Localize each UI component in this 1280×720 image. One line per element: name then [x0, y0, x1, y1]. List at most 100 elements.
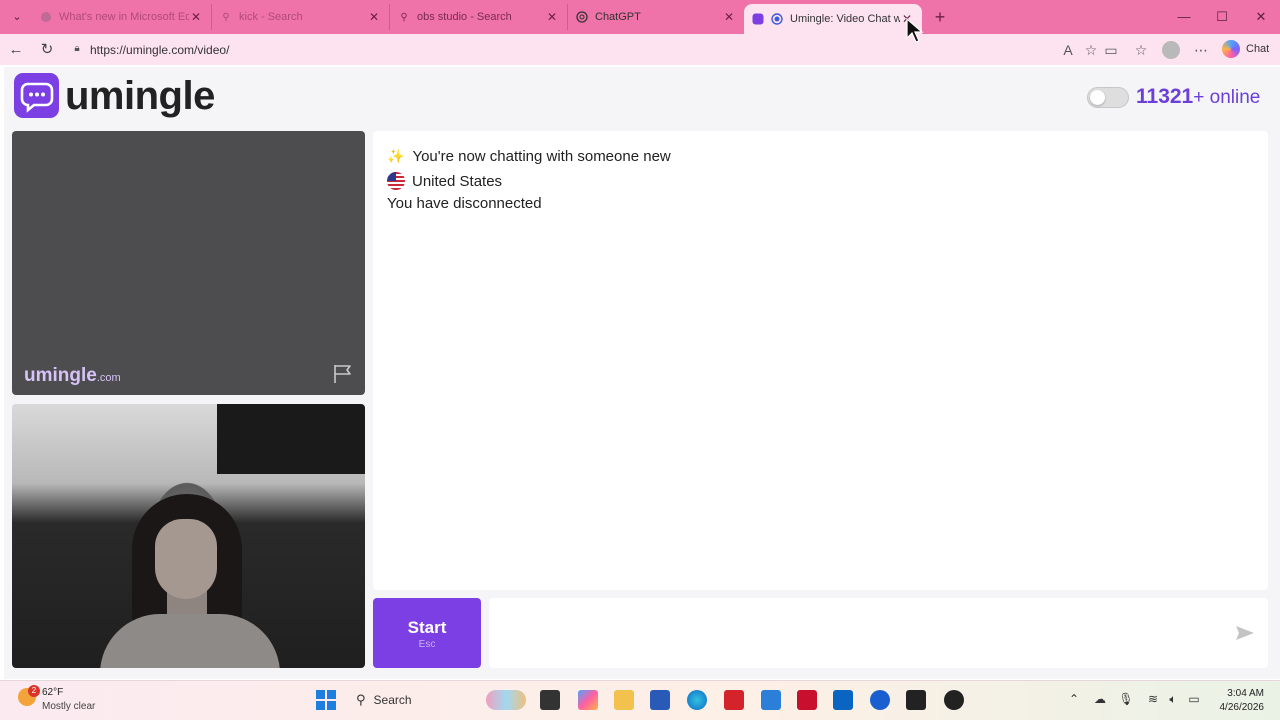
chat-message-text: United States	[412, 172, 503, 190]
wifi-icon[interactable]: ≋	[1145, 692, 1161, 706]
tab-title: What's new in Microsoft Edge	[59, 11, 189, 23]
online-suffix: + online	[1193, 87, 1261, 108]
message-input[interactable]	[489, 598, 1268, 668]
remote-video	[12, 131, 365, 395]
battery-icon[interactable]: ▭	[1186, 692, 1202, 706]
tab-kick-search[interactable]: ⚲ kick - Search ✕	[212, 4, 390, 30]
site-info-icon[interactable]: 🔒︎	[70, 43, 84, 57]
tab-title: obs studio - Search	[417, 11, 512, 23]
maximize-icon[interactable]: ☐	[1212, 7, 1232, 27]
search-icon: ⚲	[356, 692, 366, 707]
volume-icon[interactable]: 🔈︎	[1165, 692, 1181, 707]
edge-icon	[40, 11, 52, 23]
tab-chatgpt[interactable]: ChatGPT ✕	[568, 4, 744, 30]
send-icon[interactable]	[1234, 623, 1256, 643]
umingle-logo-icon[interactable]	[14, 73, 59, 118]
outlook-icon[interactable]	[833, 690, 853, 710]
temperature: 62°F	[42, 687, 64, 698]
edge-taskbar-icon[interactable]	[687, 690, 707, 710]
tab-obs-search[interactable]: ⚲ obs studio - Search ✕	[390, 4, 568, 30]
ea-app-icon[interactable]	[870, 690, 890, 710]
local-video	[12, 404, 365, 668]
weather-badge: 2	[28, 685, 40, 697]
video-extension-icon[interactable]: ▭	[1100, 39, 1122, 61]
close-tab-icon[interactable]: ✕	[722, 10, 736, 24]
chat-message: You have disconnected	[387, 195, 542, 212]
tab-actions-menu-icon[interactable]: ⌄	[6, 7, 28, 27]
close-tab-icon[interactable]: ✕	[367, 10, 381, 24]
copilot-app-icon[interactable]	[578, 690, 598, 710]
task-view-icon[interactable]	[540, 690, 560, 710]
widgets-icon[interactable]	[486, 690, 526, 710]
start-button-label: Start	[407, 618, 447, 637]
store-icon[interactable]	[650, 690, 670, 710]
umingle-icon	[752, 13, 764, 25]
watermark-main: umingle	[24, 365, 97, 386]
windows-start-icon[interactable]	[316, 690, 336, 710]
close-tab-icon[interactable]: ✕	[545, 10, 559, 24]
video-background	[217, 404, 365, 474]
chatgpt-icon	[576, 11, 588, 23]
microphone-icon[interactable]: 🎙︎	[1118, 692, 1134, 706]
watermark-suffix: .com	[96, 372, 121, 384]
profile-avatar[interactable]	[1162, 41, 1180, 59]
system-clock[interactable]: 3:04 AM 4/26/2026	[1214, 687, 1265, 715]
chat-message-text: You have disconnected	[387, 195, 542, 212]
copilot-icon	[1222, 40, 1240, 58]
start-shortcut-hint: Esc	[418, 639, 436, 650]
theme-toggle[interactable]	[1087, 87, 1129, 108]
address-bar[interactable]: 🔒︎ https://umingle.com/video/	[66, 38, 1206, 61]
more-options-icon[interactable]: ⋯	[1190, 39, 1212, 61]
lenovo-icon[interactable]	[724, 690, 744, 710]
search-icon: ⚲	[400, 11, 408, 23]
mouse-cursor-icon	[906, 17, 924, 44]
refresh-icon[interactable]: ↻	[36, 39, 58, 61]
close-tab-icon[interactable]: ✕	[189, 10, 203, 24]
search-icon: ⚲	[222, 11, 230, 23]
browser-toolbar: ← ↻ 🔒︎ https://umingle.com/video/ A ☆ ▭ …	[0, 34, 1280, 65]
chat-message: ✨ You're now chatting with someone new	[387, 148, 671, 165]
minimize-icon[interactable]: —	[1174, 7, 1194, 27]
weather-condition: Mostly clear	[42, 701, 96, 712]
chat-message-text: You're now chatting with someone new	[412, 148, 671, 165]
tray-overflow-icon[interactable]: ⌃	[1066, 692, 1082, 706]
toggle-knob	[1090, 90, 1105, 105]
video-person	[155, 519, 217, 599]
online-number: 11321	[1136, 85, 1194, 108]
favorites-icon[interactable]: ☆	[1130, 39, 1152, 61]
favorite-star-icon[interactable]: ☆	[1080, 39, 1102, 61]
clock-date: 4/26/2026	[1219, 702, 1265, 713]
report-flag-icon[interactable]	[332, 364, 354, 384]
taskbar-search-label: Search	[373, 693, 412, 707]
sparkles-icon: ✨	[387, 148, 405, 164]
logo-text[interactable]: umingle	[65, 74, 215, 119]
tab-title: Umingle: Video Chat wit	[790, 13, 900, 25]
taskbar	[0, 680, 1280, 720]
video-watermark: umingle.com	[24, 365, 121, 387]
close-window-icon[interactable]: ✕	[1251, 7, 1271, 27]
tab-umingle[interactable]: Umingle: Video Chat wit ✕	[744, 4, 922, 34]
tab-edge-whats-new[interactable]: What's new in Microsoft Edge ✕	[32, 4, 212, 30]
tab-title: kick - Search	[239, 11, 303, 23]
address-url: https://umingle.com/video/	[90, 42, 230, 57]
read-aloud-icon[interactable]: A	[1057, 39, 1079, 61]
clock-time: 3:04 AM	[1227, 688, 1264, 699]
online-count: 11321+ online	[1136, 85, 1260, 109]
tab-strip: ⌄ What's new in Microsoft Edge ✕ ⚲ kick …	[0, 0, 1280, 34]
tab-title: ChatGPT	[595, 11, 641, 23]
copilot-chat-button[interactable]: Chat	[1222, 40, 1269, 58]
new-tab-button[interactable]: +	[930, 7, 950, 27]
us-flag-icon	[387, 172, 405, 190]
copilot-label: Chat	[1246, 43, 1270, 55]
obs-studio-icon[interactable]	[944, 690, 964, 710]
video-person	[100, 614, 280, 668]
onedrive-icon[interactable]: ☁	[1092, 692, 1108, 706]
mcafee-icon[interactable]	[797, 690, 817, 710]
back-icon[interactable]: ←	[5, 39, 27, 61]
pen-app-icon[interactable]	[761, 690, 781, 710]
chat-message: United States	[387, 172, 502, 190]
epic-games-icon[interactable]	[906, 690, 926, 710]
recording-indicator-icon	[771, 13, 783, 25]
start-button[interactable]: Start Esc	[373, 598, 481, 668]
file-explorer-icon[interactable]	[614, 690, 634, 710]
